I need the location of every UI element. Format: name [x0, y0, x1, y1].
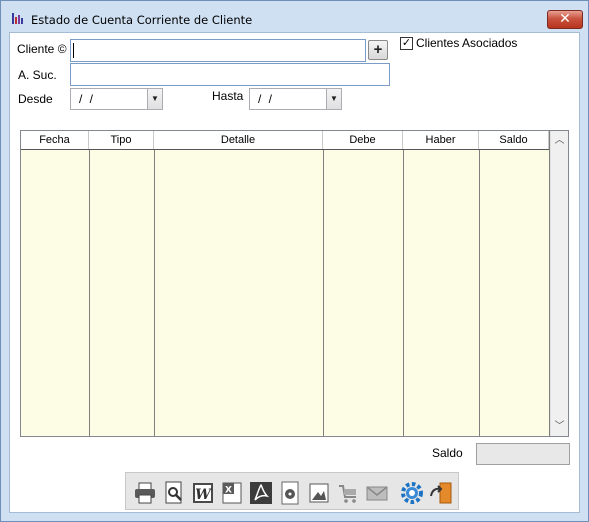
settings-gear-icon [401, 482, 423, 504]
export-excel-button[interactable]: X [219, 480, 245, 506]
word-export-icon: W [193, 483, 213, 503]
vertical-scrollbar[interactable]: ︿ ﹀ [550, 131, 568, 436]
column-header-tipo[interactable]: Tipo [89, 131, 154, 149]
close-button[interactable]: ✕ [547, 10, 583, 29]
desde-label: Desde [18, 92, 53, 106]
exit-door-icon [430, 482, 452, 504]
column-header-saldo[interactable]: Saldo [479, 131, 549, 149]
column-header-haber[interactable]: Haber [403, 131, 479, 149]
window-title: Estado de Cuenta Corriente de Cliente [31, 13, 253, 27]
email-icon [366, 486, 388, 501]
exit-button[interactable] [428, 480, 454, 506]
image-export-icon [309, 483, 329, 503]
chevron-down-icon: ﹀ [554, 421, 565, 432]
action-toolbar: W X [125, 472, 459, 510]
export-word-button[interactable]: W [190, 480, 216, 506]
clientes-asociados-checkbox[interactable]: ✓ [400, 37, 413, 50]
column-divider [479, 150, 480, 436]
column-divider [89, 150, 90, 436]
app-window: Estado de Cuenta Corriente de Cliente ✕ … [0, 0, 589, 522]
column-divider [323, 150, 324, 436]
column-header-detalle[interactable]: Detalle [154, 131, 323, 149]
cliente-label: Cliente © [17, 42, 67, 56]
print-preview-icon [165, 481, 182, 504]
settings-button[interactable] [399, 480, 425, 506]
print-preview-button[interactable] [161, 480, 187, 506]
scroll-down-button[interactable]: ﹀ [551, 418, 568, 435]
table-header: Fecha Tipo Detalle Debe Haber Saldo [21, 131, 551, 150]
cart-button[interactable] [335, 480, 361, 506]
print-button[interactable] [132, 480, 158, 506]
saldo-label: Saldo [432, 446, 463, 460]
excel-export-icon: X [222, 482, 242, 504]
export-pdf-button[interactable] [248, 480, 274, 506]
text-caret [73, 43, 74, 58]
chevron-down-icon: ▼ [330, 94, 338, 103]
hasta-dropdown-button[interactable]: ▼ [326, 88, 342, 110]
cliente-input[interactable] [70, 39, 366, 62]
svg-text:X: X [225, 486, 232, 496]
column-header-debe[interactable]: Debe [323, 131, 403, 149]
desde-date-field[interactable]: / / [70, 88, 148, 110]
hasta-label: Hasta [212, 89, 244, 103]
svg-text:W: W [195, 487, 212, 503]
chevron-down-icon: ▼ [151, 94, 159, 103]
clientes-asociados-label: Clientes Asociados [416, 36, 518, 50]
saldo-total-field [476, 443, 570, 465]
column-divider [403, 150, 404, 436]
title-bar[interactable]: Estado de Cuenta Corriente de Cliente ✕ [1, 1, 588, 32]
asuc-input[interactable] [70, 63, 390, 86]
printer-icon [135, 482, 155, 504]
movements-table[interactable]: Fecha Tipo Detalle Debe Haber Saldo ︿ ﹀ [20, 130, 569, 437]
chevron-up-icon: ︿ [554, 135, 565, 146]
main-panel: Cliente © + ✓ Clientes Asociados A. Suc.… [9, 32, 580, 513]
disc-export-icon [281, 481, 299, 505]
asuc-label: A. Suc. [18, 68, 57, 82]
column-divider [154, 150, 155, 436]
cart-icon [339, 485, 356, 503]
app-chart-icon [11, 11, 25, 25]
column-header-fecha[interactable]: Fecha [21, 131, 89, 149]
checkmark-icon: ✓ [401, 37, 412, 49]
plus-icon: + [373, 41, 383, 58]
hasta-date-field[interactable]: / / [249, 88, 327, 110]
add-client-button[interactable]: + [368, 40, 388, 60]
export-disc-button[interactable] [277, 480, 303, 506]
close-icon: ✕ [559, 11, 571, 27]
email-button[interactable] [364, 480, 390, 506]
scroll-up-button[interactable]: ︿ [551, 132, 568, 149]
desde-dropdown-button[interactable]: ▼ [147, 88, 163, 110]
export-image-button[interactable] [306, 480, 332, 506]
pdf-export-icon [250, 482, 272, 504]
